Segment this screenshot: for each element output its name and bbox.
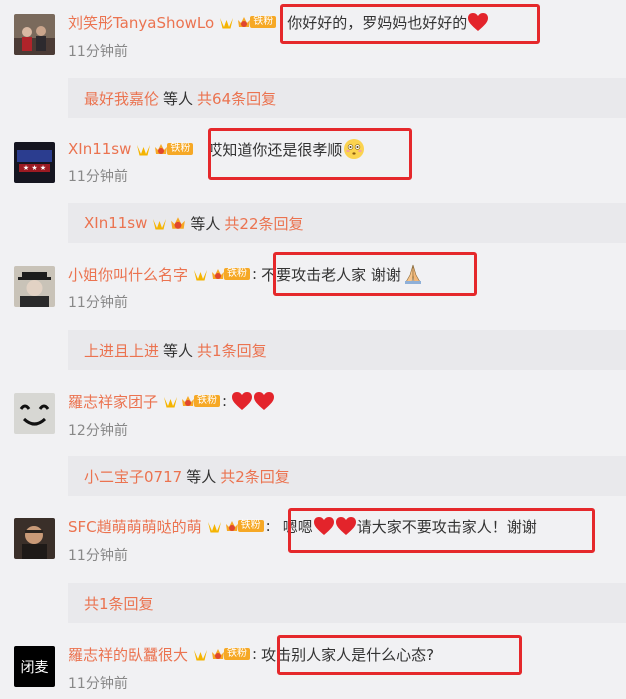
reply-summary[interactable]: 最好我嘉伦 等人 共64条回复 [68, 78, 626, 118]
comment-text: 嗯嗯 [282, 517, 313, 536]
username-link[interactable]: 刘笑彤TanyaShowLo [68, 12, 214, 33]
username-link[interactable]: XIn11sw [68, 140, 131, 158]
avatar[interactable] [14, 14, 55, 55]
avatar[interactable]: ★ ★ ★ [14, 142, 55, 183]
reply-summary[interactable]: 共1条回复 [68, 583, 626, 623]
vip-crown-icon [194, 269, 208, 280]
comment-text: 不要攻击老人家 谢谢 [261, 265, 401, 284]
fan-badge-icon: 铁粉 [225, 519, 264, 533]
flushed-face-emoji [344, 139, 365, 159]
avatar-text: 闭麦 [20, 659, 49, 676]
fan-label: 铁粉 [194, 395, 221, 407]
heart-emoji [313, 517, 334, 535]
timestamp: 11分钟前 [68, 676, 128, 692]
timestamp: 11分钟前 [68, 169, 128, 185]
fan-badge-icon: 铁粉 [237, 15, 277, 29]
fan-label: 铁粉 [224, 268, 251, 280]
comment-text: 哎知道你还是很孝顺 [207, 140, 343, 159]
folded-hands-emoji [404, 264, 421, 284]
reply-summary[interactable]: XIn11sw 等人 共22条回复 [68, 203, 626, 243]
timestamp: 12分钟前 [68, 423, 128, 439]
username-link[interactable]: SFC趙萌萌萌哒的萌 [68, 516, 202, 537]
reply-user-link[interactable]: 小二宝子0717 [84, 466, 182, 487]
timestamp: 11分钟前 [68, 548, 128, 564]
avatar[interactable] [14, 393, 55, 434]
reply-summary[interactable]: 上进且上进 等人 共1条回复 [68, 330, 626, 370]
fan-badge-icon: 铁粉 [181, 394, 221, 408]
heart-emoji [468, 13, 489, 31]
fan-label: 铁粉 [250, 16, 277, 28]
heart-emoji [254, 392, 275, 410]
reply-summary[interactable]: 小二宝子0717 等人 共2条回复 [68, 456, 626, 496]
fan-badge-icon [171, 217, 186, 229]
timestamp: 11分钟前 [68, 44, 128, 60]
avatar[interactable]: 闭麦 [14, 646, 55, 687]
fan-label: 铁粉 [237, 520, 264, 532]
reply-user-link[interactable]: 最好我嘉伦 [84, 88, 159, 109]
username-link[interactable]: 羅志祥的臥蠶很大 [68, 644, 188, 665]
reply-user-link[interactable]: 上进且上进 [84, 340, 159, 361]
timestamp: 11分钟前 [68, 295, 128, 311]
reply-count-link[interactable]: 共22条回复 [224, 213, 303, 234]
reply-user-link[interactable]: XIn11sw [84, 214, 147, 232]
comment-text: 你好好的，罗妈妈也好好的 [287, 13, 468, 32]
vip-crown-icon [220, 17, 234, 28]
fan-badge-icon: 铁粉 [154, 142, 194, 156]
vip-crown-icon [194, 649, 208, 660]
fan-badge-icon: 铁粉 [211, 647, 251, 661]
reply-count-link[interactable]: 共1条回复 [197, 340, 267, 361]
avatar[interactable] [14, 518, 55, 559]
vip-crown-icon [207, 521, 221, 532]
username-link[interactable]: 羅志祥家团子 [68, 391, 158, 412]
fan-label: 铁粉 [224, 648, 251, 660]
username-link[interactable]: 小姐你叫什么名字 [68, 264, 188, 285]
reply-count-link[interactable]: 共2条回复 [220, 466, 290, 487]
comment-text: 攻击别人家人是什么心态? [261, 645, 435, 664]
vip-crown-icon [164, 396, 178, 407]
heart-emoji [232, 392, 253, 410]
reply-count-link[interactable]: 共64条回复 [197, 88, 276, 109]
comment-text: 请大家不要攻击家人！谢谢 [356, 517, 537, 536]
vip-crown-icon [153, 218, 167, 229]
comment-list: 刘笑彤TanyaShowLo 铁粉 : 你好好的，罗妈妈也好好的 11分钟前 最… [0, 0, 626, 699]
fan-badge-icon: 铁粉 [211, 267, 251, 281]
heart-emoji [335, 517, 356, 535]
svg-text:★ ★ ★: ★ ★ ★ [23, 164, 46, 172]
vip-crown-icon [137, 144, 151, 155]
avatar[interactable] [14, 266, 55, 307]
reply-count-link[interactable]: 共1条回复 [84, 593, 154, 614]
fan-label: 铁粉 [167, 143, 194, 155]
